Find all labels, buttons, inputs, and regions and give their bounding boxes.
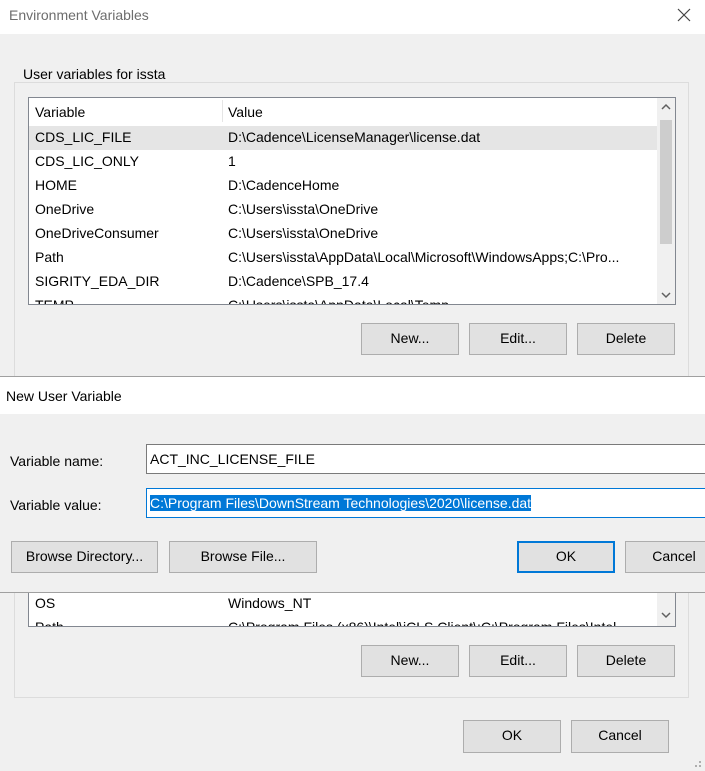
variable-value: D:\Cadence\SPB_17.4 bbox=[228, 273, 369, 289]
variable-name: TEMP bbox=[35, 297, 74, 305]
env-ok-button[interactable]: OK bbox=[463, 720, 561, 753]
table-row[interactable]: OneDriveConsumer C:\Users\issta\OneDrive bbox=[29, 222, 657, 246]
variable-name: Path bbox=[35, 249, 64, 265]
column-header-variable[interactable]: Variable bbox=[35, 104, 85, 120]
dialog-title: New User Variable bbox=[6, 388, 122, 404]
variable-value: C:\Program Files (x86)\Intel\iCLS Client… bbox=[228, 619, 628, 627]
variable-name: OneDriveConsumer bbox=[35, 225, 159, 241]
variable-value: C:\Users\issta\OneDrive bbox=[228, 201, 379, 217]
env-window-titlebar: Environment Variables bbox=[0, 0, 705, 34]
new-user-variable-dialog: New User Variable Variable name: ACT_INC… bbox=[0, 376, 705, 593]
variable-value: C:\Users\issta\OneDrive bbox=[228, 225, 379, 241]
table-row[interactable]: HOME D:\CadenceHome bbox=[29, 174, 657, 198]
edit-system-variable-button[interactable]: Edit... bbox=[469, 645, 567, 677]
table-row[interactable]: CDS_LIC_ONLY 1 bbox=[29, 150, 657, 174]
scrollbar-thumb[interactable] bbox=[660, 120, 672, 244]
env-cancel-button[interactable]: Cancel bbox=[571, 720, 669, 753]
variable-name: Path bbox=[35, 619, 64, 627]
variable-name: HOME bbox=[35, 177, 77, 193]
resize-grip-icon[interactable] bbox=[690, 755, 702, 767]
variable-value: 1 bbox=[228, 153, 236, 169]
variable-value-text: C:\Program Files\DownStream Technologies… bbox=[150, 495, 532, 511]
variable-value: D:\Cadence\LicenseManager\license.dat bbox=[228, 129, 481, 145]
edit-user-variable-button[interactable]: Edit... bbox=[469, 323, 567, 355]
variable-name-label: Variable name: bbox=[10, 453, 104, 469]
new-user-variable-button[interactable]: New... bbox=[361, 323, 459, 355]
delete-system-variable-button[interactable]: Delete bbox=[577, 645, 675, 677]
chevron-down-icon[interactable] bbox=[657, 286, 675, 304]
variable-value: C:\Users\issta\AppData\Local\Temp bbox=[228, 297, 449, 305]
variable-value-label: Variable value: bbox=[10, 497, 102, 513]
column-separator bbox=[222, 100, 223, 122]
new-system-variable-button[interactable]: New... bbox=[361, 645, 459, 677]
table-row[interactable]: Path C:\Users\issta\AppData\Local\Micros… bbox=[29, 246, 657, 270]
variable-value-input[interactable]: C:\Program Files\DownStream Technologies… bbox=[146, 488, 705, 518]
table-row[interactable]: TEMP C:\Users\issta\AppData\Local\Temp bbox=[29, 294, 657, 305]
variable-name: CDS_LIC_FILE bbox=[35, 129, 132, 145]
dialog-titlebar: New User Variable bbox=[0, 377, 705, 414]
chevron-down-icon[interactable] bbox=[657, 606, 675, 624]
browse-file-button[interactable]: Browse File... bbox=[169, 541, 317, 573]
chevron-up-icon[interactable] bbox=[657, 98, 675, 116]
list-header: Variable Value bbox=[29, 98, 657, 124]
table-row[interactable]: Path C:\Program Files (x86)\Intel\iCLS C… bbox=[29, 616, 657, 627]
user-variables-list[interactable]: Variable Value CDS_LIC_FILE D:\Cadence\L… bbox=[28, 97, 676, 305]
variable-name: OneDrive bbox=[35, 201, 95, 217]
variable-name-text: ACT_INC_LICENSE_FILE bbox=[150, 451, 315, 467]
browse-directory-button[interactable]: Browse Directory... bbox=[11, 541, 158, 573]
table-row[interactable]: SIGRITY_EDA_DIR D:\Cadence\SPB_17.4 bbox=[29, 270, 657, 294]
vertical-scrollbar[interactable] bbox=[657, 98, 675, 304]
variable-name: SIGRITY_EDA_DIR bbox=[35, 273, 160, 289]
variable-name: CDS_LIC_ONLY bbox=[35, 153, 140, 169]
table-row[interactable]: CDS_LIC_FILE D:\Cadence\LicenseManager\l… bbox=[29, 126, 657, 150]
env-window-title: Environment Variables bbox=[9, 7, 149, 23]
close-icon[interactable] bbox=[672, 5, 696, 27]
variable-name: OS bbox=[35, 595, 56, 611]
variable-value: Windows_NT bbox=[228, 595, 312, 611]
dialog-ok-button[interactable]: OK bbox=[517, 541, 615, 573]
dialog-cancel-button[interactable]: Cancel bbox=[625, 541, 705, 573]
variable-name-input[interactable]: ACT_INC_LICENSE_FILE bbox=[146, 444, 705, 474]
table-row[interactable]: OS Windows_NT bbox=[29, 592, 657, 616]
variable-value: C:\Users\issta\AppData\Local\Microsoft\W… bbox=[228, 249, 620, 265]
user-variables-label: User variables for issta bbox=[20, 66, 169, 82]
delete-user-variable-button[interactable]: Delete bbox=[577, 323, 675, 355]
column-header-value[interactable]: Value bbox=[228, 104, 263, 120]
variable-value: D:\CadenceHome bbox=[228, 177, 340, 193]
table-row[interactable]: OneDrive C:\Users\issta\OneDrive bbox=[29, 198, 657, 222]
